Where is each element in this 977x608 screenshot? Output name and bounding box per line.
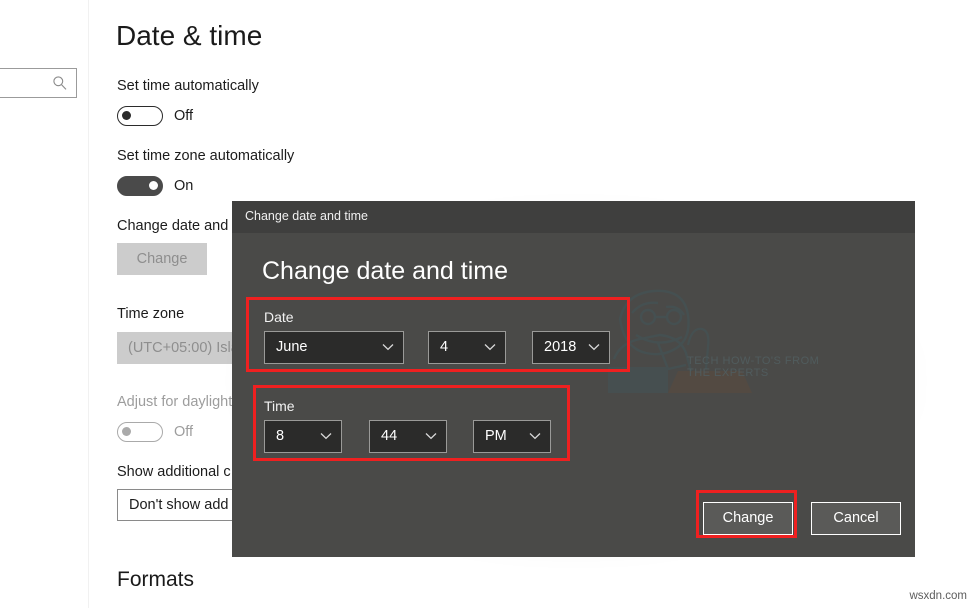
dialog-change-button[interactable]: Change <box>703 502 793 535</box>
chevron-down-icon <box>588 344 600 351</box>
hour-select-value: 8 <box>276 428 285 444</box>
dialog-heading: Change date and time <box>262 257 509 285</box>
set-timezone-automatically-toggle[interactable] <box>117 176 163 196</box>
formats-heading: Formats <box>117 568 195 591</box>
month-select-value: June <box>276 339 308 355</box>
day-select-value: 4 <box>440 339 449 355</box>
change-date-and-time-dialog: Change date and time TECH HOW-TO'S FROM … <box>232 201 915 557</box>
time-zone-label: Time zone <box>117 306 185 322</box>
toggle-knob <box>149 181 158 190</box>
watermark-line-2: THE EXPERTS <box>687 367 769 379</box>
month-select[interactable]: June <box>264 331 404 364</box>
settings-change-button[interactable]: Change <box>117 243 207 275</box>
chevron-down-icon <box>484 344 496 351</box>
hour-select[interactable]: 8 <box>264 420 342 453</box>
dialog-titlebar-text: Change date and time <box>245 209 369 223</box>
watermark-text: TECH HOW-TO'S FROM THE EXPERTS <box>687 355 847 379</box>
additional-calendars-label: Show additional c <box>117 464 231 480</box>
site-watermark: wsxdn.com <box>909 590 967 602</box>
set-timezone-automatically-label: Set time zone automatically <box>117 148 295 164</box>
time-group-legend: Time <box>264 398 295 414</box>
meridiem-select[interactable]: PM <box>473 420 551 453</box>
daylight-saving-label: Adjust for daylight <box>117 394 233 410</box>
dialog-cancel-button[interactable]: Cancel <box>811 502 901 535</box>
date-group-legend: Date <box>264 309 294 325</box>
set-time-automatically-state: Off <box>174 108 194 124</box>
chevron-down-icon <box>320 433 332 440</box>
set-time-automatically-toggle[interactable] <box>117 106 163 126</box>
set-timezone-automatically-state: On <box>174 178 194 194</box>
toggle-knob <box>122 427 131 436</box>
year-select-value: 2018 <box>544 339 577 355</box>
meridiem-select-value: PM <box>485 428 507 444</box>
set-time-automatically-label: Set time automatically <box>117 78 259 94</box>
daylight-saving-toggle[interactable] <box>117 422 163 442</box>
dialog-titlebar: Change date and time <box>232 201 915 233</box>
minute-select[interactable]: 44 <box>369 420 447 453</box>
chevron-down-icon <box>425 433 437 440</box>
minute-select-value: 44 <box>381 428 398 444</box>
day-select[interactable]: 4 <box>428 331 506 364</box>
year-select[interactable]: 2018 <box>532 331 610 364</box>
toggle-knob <box>122 111 131 120</box>
page-title: Date & time <box>116 20 263 51</box>
chevron-down-icon <box>529 433 541 440</box>
daylight-saving-state: Off <box>174 424 194 440</box>
chevron-down-icon <box>382 344 394 351</box>
dialog-body: TECH HOW-TO'S FROM THE EXPERTS Change da… <box>232 233 915 557</box>
watermark-line-1: TECH HOW-TO'S FROM <box>687 355 820 367</box>
